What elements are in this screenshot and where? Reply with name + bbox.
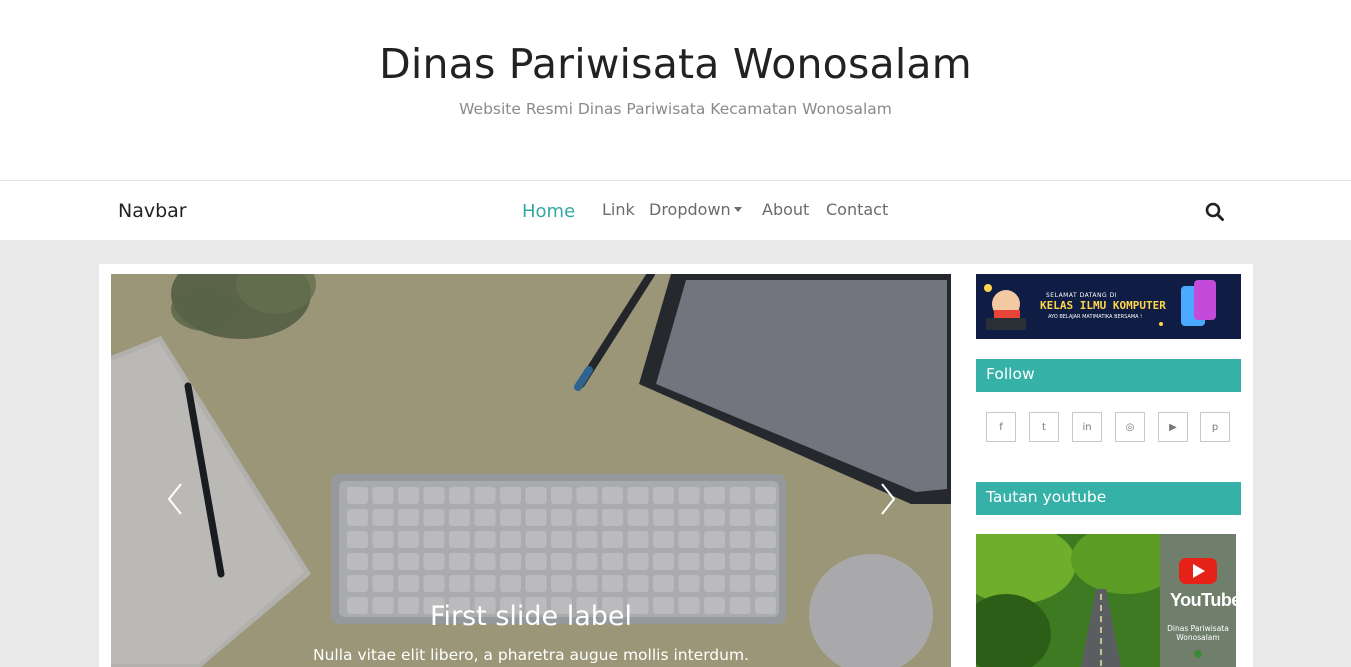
caret-down-icon bbox=[733, 206, 742, 212]
banner-subtext: AYO BELAJAR MATIMATIKA BERSAMA ! bbox=[1048, 314, 1143, 320]
youtube-icon[interactable]: ▶ bbox=[1158, 412, 1188, 442]
follow-widget-title: Follow bbox=[976, 359, 1241, 392]
nav-item-about[interactable]: About bbox=[762, 200, 809, 219]
site-tagline: Website Resmi Dinas Pariwisata Kecamatan… bbox=[459, 100, 892, 118]
banner-heading: KELAS ILMU KOMPUTER bbox=[1040, 299, 1166, 312]
linkedin-icon[interactable]: in bbox=[1072, 412, 1102, 442]
youtube-wordmark: YouTube bbox=[1170, 590, 1236, 610]
navbar-brand[interactable]: Navbar bbox=[118, 200, 187, 222]
carousel-caption-title: First slide label bbox=[429, 601, 633, 632]
nav-item-contact[interactable]: Contact bbox=[826, 200, 888, 219]
twitter-icon[interactable]: t bbox=[1029, 412, 1059, 442]
pinterest-icon[interactable]: p bbox=[1200, 412, 1230, 442]
kelas-ilmu-komputer-banner[interactable]: SELAMAT DATANG DI KELAS ILMU KOMPUTER AY… bbox=[976, 274, 1241, 339]
instagram-icon[interactable]: ◎ bbox=[1115, 412, 1145, 442]
carousel-next-button[interactable] bbox=[868, 474, 908, 524]
nav-item-dropdown[interactable]: Dropdown bbox=[649, 200, 742, 219]
site-title: Dinas Pariwisata Wonosalam bbox=[379, 40, 972, 88]
site-header: Dinas Pariwisata Wonosalam Website Resmi… bbox=[0, 0, 1351, 181]
nav-dropdown-label: Dropdown bbox=[649, 200, 731, 219]
hero-carousel[interactable]: First slide label Nulla vitae elit liber… bbox=[111, 274, 951, 667]
chevron-left-icon bbox=[167, 483, 182, 515]
carousel-caption-text: Nulla vitae elit libero, a pharetra augu… bbox=[313, 646, 749, 664]
youtube-video-thumbnail[interactable]: YouTube Dinas Pariwisata Wonosalam bbox=[976, 534, 1236, 667]
chevron-right-icon bbox=[881, 483, 896, 515]
search-icon[interactable] bbox=[1203, 200, 1227, 224]
main-navbar: Navbar Home Link Dropdown About Contact bbox=[0, 180, 1351, 240]
banner-greeting: SELAMAT DATANG DI bbox=[1046, 292, 1117, 299]
youtube-caption-line1: Dinas Pariwisata bbox=[1167, 624, 1229, 633]
youtube-widget-title: Tautan youtube bbox=[976, 482, 1241, 515]
youtube-caption-line2: Wonosalam bbox=[1176, 633, 1220, 642]
nav-item-home[interactable]: Home bbox=[522, 201, 575, 222]
carousel-prev-button[interactable] bbox=[155, 474, 195, 524]
nav-item-link[interactable]: Link bbox=[602, 200, 635, 219]
facebook-icon[interactable]: f bbox=[986, 412, 1016, 442]
